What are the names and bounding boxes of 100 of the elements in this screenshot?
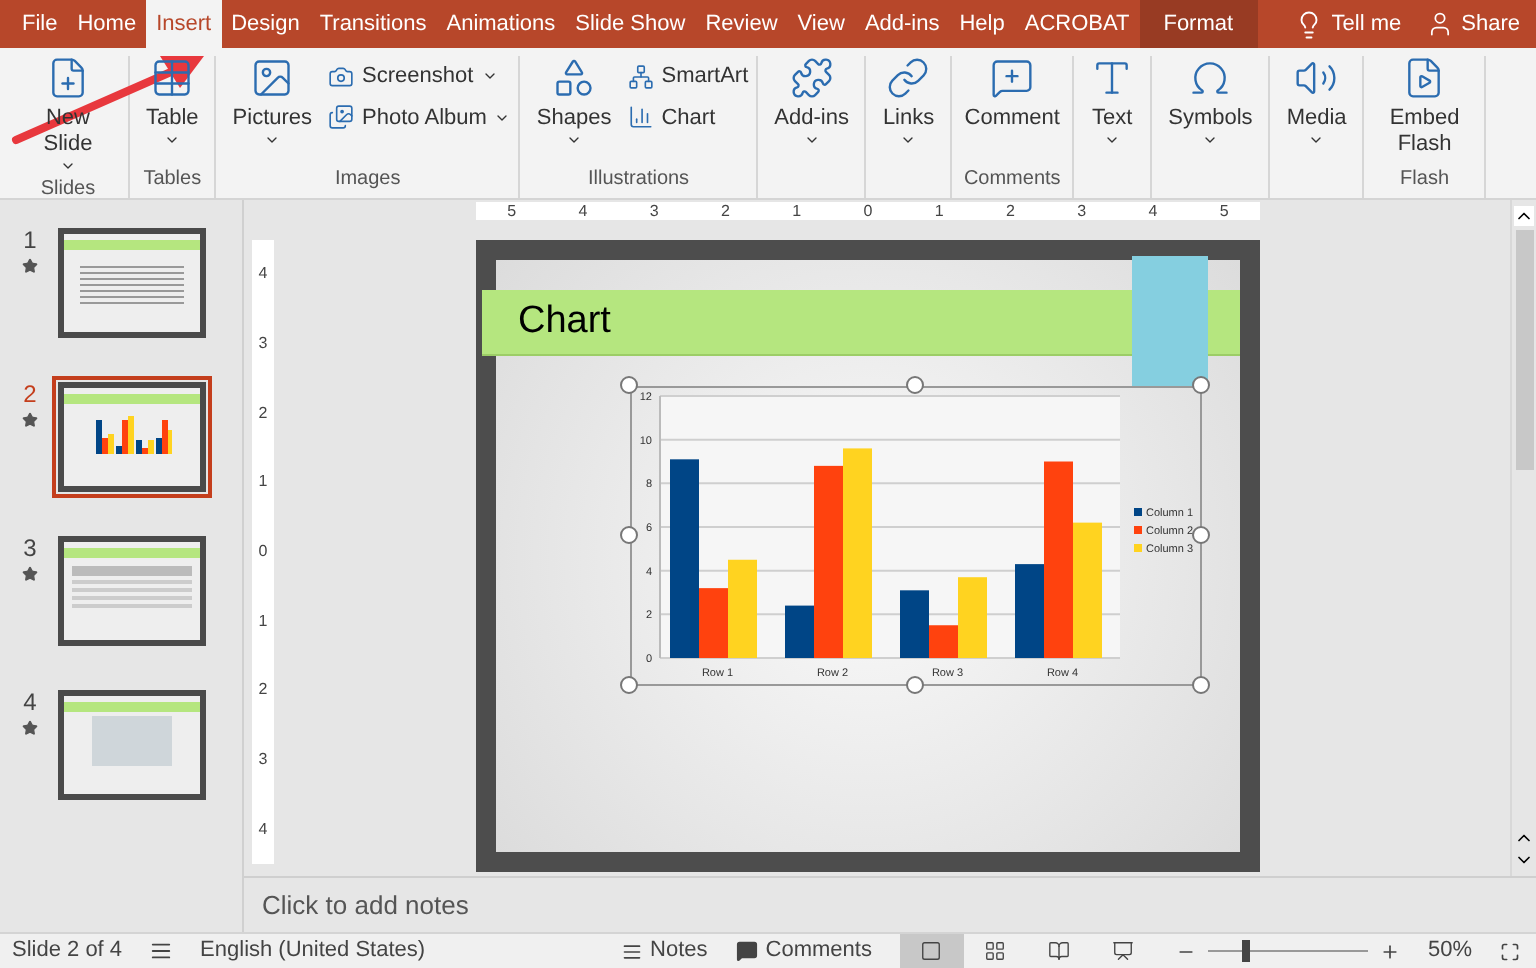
caret-icon: [1308, 132, 1325, 148]
ruler-number: 0: [863, 203, 873, 219]
ribbon-button[interactable]: Photo Album: [328, 101, 511, 134]
table-icon: [150, 56, 195, 100]
ruler-number: 4: [1148, 203, 1158, 219]
notes-button[interactable]: Notes: [622, 934, 708, 968]
notes-icon: [622, 941, 643, 961]
presentation-icon: [1112, 940, 1135, 962]
resize-handle[interactable]: [620, 676, 638, 694]
scroll-thumb[interactable]: [1515, 230, 1533, 470]
ruler-number: 2: [258, 405, 268, 422]
fit-to-window-icon[interactable]: [1500, 941, 1520, 961]
star-icon: [22, 258, 38, 274]
resize-handle[interactable]: [1192, 526, 1210, 544]
ribbon-button[interactable]: Table: [138, 56, 207, 148]
person-icon: [1425, 10, 1454, 38]
scroll-up-icon[interactable]: [1514, 206, 1534, 226]
shapes-icon: [552, 56, 597, 100]
caret-icon: [803, 132, 820, 148]
group-label: Tables: [143, 166, 202, 194]
ribbon-tab[interactable]: Help: [949, 0, 1015, 48]
ribbon-tab[interactable]: Review: [695, 0, 788, 48]
ribbon-button[interactable]: Pictures: [224, 56, 321, 148]
ruler-number: 4: [258, 821, 268, 838]
hierarchy-icon: [627, 63, 654, 90]
tell-me-button[interactable]: Tell me: [1281, 0, 1414, 48]
zoom-thumb[interactable]: [1242, 940, 1251, 962]
comment-icon: [735, 940, 758, 962]
zoom-slider[interactable]: [1203, 940, 1372, 962]
ribbon-tab[interactable]: Slide Show: [565, 0, 696, 48]
ribbon-button[interactable]: Comment: [960, 56, 1065, 132]
comment-icon: [990, 56, 1035, 100]
ruler-number: 1: [934, 203, 944, 219]
ruler-number: 1: [792, 203, 802, 219]
chart-bar: [728, 559, 757, 658]
ruler-number: 5: [507, 203, 517, 219]
ribbon-button[interactable]: SmartArt: [627, 60, 749, 93]
share-button[interactable]: Share: [1413, 0, 1532, 48]
slide-thumbnail[interactable]: [52, 684, 212, 806]
resize-handle[interactable]: [1192, 676, 1210, 694]
ribbon-button[interactable]: Symbols: [1160, 56, 1261, 148]
resize-handle[interactable]: [620, 526, 638, 544]
ribbon-tab[interactable]: View: [787, 0, 855, 48]
chart-thumbnail-drawing: [92, 410, 172, 454]
grid-view-icon: [984, 940, 1007, 962]
ruler-number: 3: [649, 203, 659, 219]
zoom-in-icon[interactable]: [1379, 941, 1400, 961]
ribbon-button[interactable]: Links: [874, 56, 943, 148]
ribbon-tab[interactable]: Home: [67, 0, 147, 48]
slide-counter: Slide 2 of 4: [12, 936, 123, 967]
normal-view-icon: [920, 940, 943, 962]
slide-number: 4: [23, 686, 37, 720]
photo-placeholder: [92, 716, 172, 766]
resize-handle[interactable]: [906, 676, 924, 694]
comments-button[interactable]: Comments: [735, 934, 872, 968]
scrollbar[interactable]: [1510, 200, 1536, 876]
ribbon-button[interactable]: Screenshot: [328, 60, 511, 93]
ribbon-tab[interactable]: Design: [221, 0, 310, 48]
new-slide-icon: [46, 56, 90, 100]
group-label: Images: [334, 166, 401, 194]
view-button[interactable]: [899, 933, 964, 968]
resize-handle[interactable]: [620, 376, 638, 394]
star-icon: [22, 566, 38, 582]
ruler-number: 0: [258, 543, 268, 560]
slide-thumbnail[interactable]: [52, 376, 212, 498]
book-icon: [1048, 940, 1071, 962]
slide-thumbnail[interactable]: [52, 530, 212, 652]
slide-title: Chart: [518, 297, 611, 346]
omega-icon: [1188, 56, 1233, 100]
ruler-number: 3: [258, 751, 268, 768]
ribbon-button[interactable]: Chart: [627, 101, 749, 134]
picture-icon: [250, 56, 295, 100]
ruler-number: 1: [258, 474, 268, 491]
ruler-number: 4: [578, 203, 588, 219]
ruler-number: 2: [1005, 203, 1015, 219]
language[interactable]: English (United States): [200, 934, 426, 968]
zoom-level[interactable]: 50%: [1427, 934, 1472, 968]
ribbon-tab[interactable]: ACROBAT: [1014, 0, 1140, 48]
ribbon-tab[interactable]: Transitions: [309, 0, 437, 48]
ribbon-tab[interactable]: Format: [1139, 0, 1258, 48]
speaker-icon: [1294, 56, 1339, 100]
photo-album-icon: [328, 104, 355, 131]
ribbon-tab[interactable]: Add-ins: [854, 0, 950, 48]
group-label: Comments: [963, 166, 1061, 194]
ribbon-button[interactable]: Media: [1278, 56, 1355, 148]
slide-thumbnail[interactable]: [52, 222, 212, 344]
resize-handle[interactable]: [1192, 376, 1210, 394]
slide-number: 2: [23, 378, 37, 412]
resize-handle[interactable]: [906, 376, 924, 394]
ruler-number: 3: [258, 335, 268, 352]
ribbon-tab[interactable]: Insert: [146, 0, 222, 48]
ribbon-button[interactable]: Embed Flash: [1372, 56, 1477, 158]
ribbon-tab[interactable]: File: [12, 0, 68, 48]
notes-placeholder[interactable]: Click to add notes: [244, 885, 469, 925]
ribbon-button[interactable]: Add-ins: [766, 56, 857, 148]
ribbon-button[interactable]: Text: [1082, 56, 1143, 148]
ribbon-tab[interactable]: Animations: [436, 0, 566, 48]
caret-icon: [164, 132, 181, 148]
ribbon-button[interactable]: Shapes: [528, 56, 620, 148]
ruler-number: 1: [258, 613, 268, 630]
